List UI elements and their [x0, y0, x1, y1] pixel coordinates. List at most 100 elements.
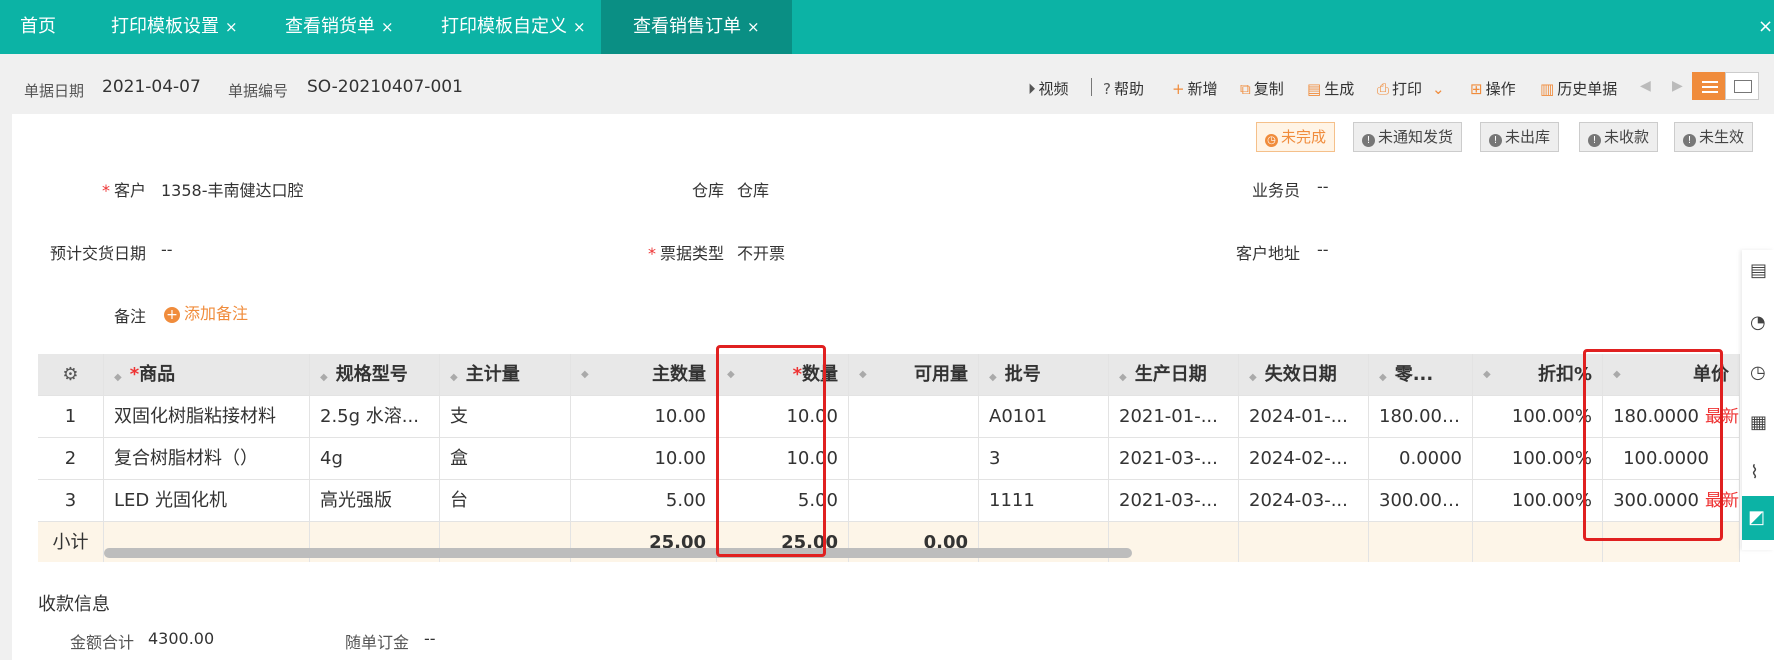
tab-label: 打印模板自定义 [441, 16, 567, 37]
print-button[interactable]: ⎙ 打印 ⌄ [1377, 78, 1448, 99]
close-icon[interactable]: × [573, 18, 586, 36]
horizontal-scrollbar[interactable] [104, 548, 1132, 558]
generate-button[interactable]: ▤ 生成 [1307, 78, 1354, 99]
tab-print-template-settings[interactable]: 打印模板设置 × [111, 0, 238, 54]
add-remark-button[interactable]: + 添加备注 [164, 300, 248, 324]
tab-view-sales-order[interactable]: 查看销售订单 × [601, 0, 792, 54]
sort-icon: ◆ [1379, 372, 1387, 383]
subtotal-label: 小计 [38, 522, 104, 562]
operate-button[interactable]: ⊞ 操作 [1470, 78, 1516, 99]
retail-cell[interactable]: 300.0000 [1369, 480, 1473, 522]
highlight-box-unit-price [1583, 349, 1723, 541]
list-icon [1702, 81, 1718, 83]
product-cell[interactable]: 复合树脂材料（） [104, 438, 310, 480]
sort-icon: ◆ [989, 372, 997, 383]
spec-cell[interactable]: 4g [310, 438, 440, 480]
header-available[interactable]: ◆ 可用量 [849, 354, 979, 396]
unit-cell[interactable]: 盒 [440, 438, 571, 480]
history-button[interactable]: ▥ 历史单据 [1540, 78, 1617, 99]
product-cell[interactable]: 双固化树脂粘接材料 [104, 396, 310, 438]
batch-cell[interactable]: A0101 [979, 396, 1109, 438]
header-spec[interactable]: ◆ 规格型号 [310, 354, 440, 396]
divider [1091, 78, 1092, 96]
header-unit[interactable]: ◆ 主计量 [440, 354, 571, 396]
close-icon[interactable]: × [747, 18, 760, 36]
table-row[interactable]: 1 双固化树脂粘接材料 2.5g 水溶... 支 10.00 10.00 A01… [38, 396, 1740, 438]
card-icon [1734, 80, 1752, 93]
clock-icon[interactable]: ◷ [1750, 362, 1772, 384]
salesman-value: -- [1317, 177, 1329, 196]
mfg-date-cell[interactable]: 2021-01-... [1109, 396, 1239, 438]
table-row[interactable]: 3 LED 光固化机 高光强版 台 5.00 5.00 1111 2021-03… [38, 480, 1740, 522]
help-button[interactable]: ? 帮助 [1103, 78, 1144, 99]
unit-cell[interactable]: 台 [440, 480, 571, 522]
table-row[interactable]: 2 复合树脂材料（） 4g 盒 10.00 10.00 3 2021-03-..… [38, 438, 1740, 480]
list-view-button[interactable] [1692, 72, 1726, 100]
next-arrow-icon[interactable]: ▶ [1672, 78, 1683, 94]
header-batch[interactable]: ◆ 批号 [979, 354, 1109, 396]
spec-cell[interactable]: 高光强版 [310, 480, 440, 522]
close-icon[interactable]: × [381, 18, 394, 36]
tab-print-template-custom[interactable]: 打印模板自定义 × [441, 0, 586, 54]
main-qty-cell[interactable]: 5.00 [571, 480, 717, 522]
batch-cell[interactable]: 1111 [979, 480, 1109, 522]
card-view-button[interactable] [1725, 72, 1759, 100]
order-items-table: ⚙ ◆ *商品 ◆ 规格型号 ◆ 主计量 ◆ 主数量 ◆ *数量 ◆ 可用量 ◆ 批号 ◆ 生产… [38, 354, 1740, 562]
total-amount-label: 金额合计 [70, 633, 135, 652]
payment-section-title: 收款信息 [38, 594, 110, 615]
prev-arrow-icon[interactable]: ◀ [1640, 78, 1651, 94]
data-icon[interactable]: ▦ [1750, 412, 1772, 434]
alert-icon: ! [1489, 134, 1502, 147]
exp-date-cell[interactable]: 2024-02-... [1239, 438, 1369, 480]
close-icon[interactable]: × [1758, 0, 1774, 54]
attachment-icon[interactable]: ⌇ [1750, 462, 1772, 484]
status-badge-not-collected: ! 未收款 [1579, 122, 1659, 152]
mfg-date-cell[interactable]: 2021-03-... [1109, 480, 1239, 522]
retail-cell[interactable]: 180.0000 [1369, 396, 1473, 438]
warehouse-value: 仓库 [737, 181, 770, 200]
exp-date-cell[interactable]: 2024-01-... [1239, 396, 1369, 438]
close-icon[interactable]: × [225, 18, 238, 36]
address-value: -- [1317, 240, 1329, 259]
history-icon[interactable]: ◔ [1750, 312, 1772, 334]
doc-no-value: SO-20210407-001 [307, 77, 463, 97]
copy-button[interactable]: ⧉ 复制 [1240, 78, 1284, 99]
tab-home[interactable]: 首页 [20, 0, 56, 54]
alert-icon: ! [1362, 134, 1375, 147]
tab-view-sales-slip[interactable]: 查看销货单 × [285, 0, 394, 54]
tab-label: 打印模板设置 [111, 16, 219, 37]
chevron-down-icon[interactable]: ⌄ [1432, 80, 1445, 98]
unit-cell[interactable]: 支 [440, 396, 571, 438]
side-tool-panel: ▤ ◔ ◷ ▦ ⌇ ◩ [1742, 250, 1774, 550]
header-exp-date[interactable]: ◆ 失效日期 [1239, 354, 1369, 396]
header-mfg-date[interactable]: ◆ 生产日期 [1109, 354, 1239, 396]
doc-no-label: 单据编号 [228, 82, 289, 100]
date-label: 单据日期 [24, 82, 85, 100]
table-header-row: ⚙ ◆ *商品 ◆ 规格型号 ◆ 主计量 ◆ 主数量 ◆ *数量 ◆ 可用量 ◆ 批号 ◆ 生产… [38, 354, 1740, 396]
header-retail[interactable]: ◆ 零... [1369, 354, 1473, 396]
customer-label: * 客户 [101, 181, 146, 200]
sort-icon: ◆ [1249, 372, 1257, 383]
add-button[interactable]: + 新增 [1172, 78, 1218, 99]
chart-icon[interactable]: ◩ [1742, 496, 1774, 540]
notes-icon[interactable]: ▤ [1750, 260, 1772, 282]
header-main-qty[interactable]: ◆ 主数量 [571, 354, 717, 396]
sort-icon: ◆ [114, 372, 122, 383]
main-qty-cell[interactable]: 10.00 [571, 396, 717, 438]
video-button[interactable]: ⏵ 视频 [1028, 78, 1069, 99]
total-amount-value: 4300.00 [148, 629, 215, 648]
highlight-box-qty [716, 345, 826, 557]
mfg-date-cell[interactable]: 2021-03-... [1109, 438, 1239, 480]
tab-label: 查看销售订单 [633, 16, 741, 37]
retail-cell[interactable]: 0.0000 [1369, 438, 1473, 480]
product-cell[interactable]: LED 光固化机 [104, 480, 310, 522]
invoice-type-label: * 票据类型 [647, 244, 724, 263]
batch-cell[interactable]: 3 [979, 438, 1109, 480]
main-qty-cell[interactable]: 10.00 [571, 438, 717, 480]
spec-cell[interactable]: 2.5g 水溶... [310, 396, 440, 438]
header-product[interactable]: ◆ *商品 [104, 354, 310, 396]
grid-icon: ⊞ [1470, 80, 1483, 98]
exp-date-cell[interactable]: 2024-03-... [1239, 480, 1369, 522]
column-settings-button[interactable]: ⚙ [38, 354, 104, 396]
row-number: 1 [38, 396, 104, 438]
